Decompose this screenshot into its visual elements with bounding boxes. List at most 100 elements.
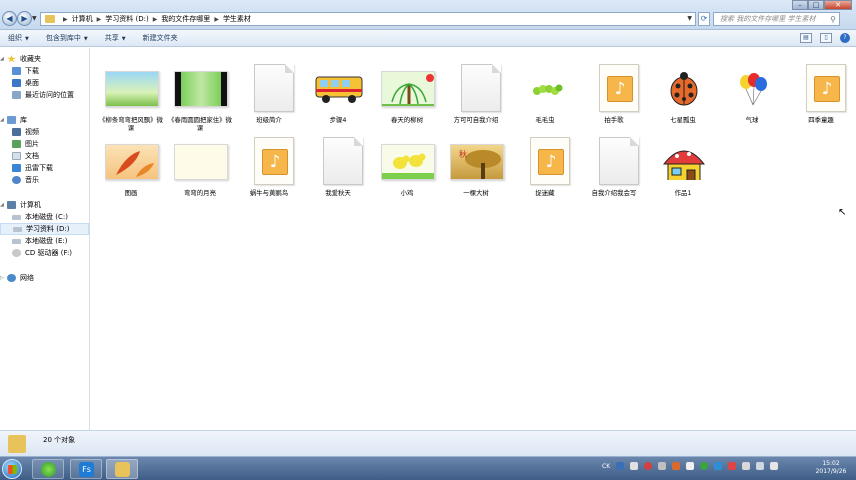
search-input[interactable]: 搜索 我的文件存哪里 学生素材 ⚲ — [713, 12, 840, 26]
file-item[interactable]: MP3♪ 拍手歌 — [579, 62, 649, 132]
taskbar-browser[interactable] — [32, 459, 64, 479]
clock[interactable]: 15:02 2017/9/26 — [808, 460, 854, 476]
expand-icon[interactable]: ◢ — [0, 117, 6, 123]
file-item[interactable]: 班级简介 — [234, 62, 304, 132]
nav-recent[interactable]: 最近访问的位置 — [0, 89, 89, 101]
expand-icon[interactable]: ◢ — [0, 202, 6, 208]
refresh-button[interactable]: ⟳ — [698, 12, 710, 26]
nav-videos[interactable]: 视频 — [0, 126, 89, 138]
address-bar[interactable]: ▶ 计算机 ▶ 学习资料 (D:) ▶ 我的文件存哪里 ▶ 学生素材 ▼ — [40, 12, 696, 26]
share-button[interactable]: 共享 ▼ — [97, 33, 135, 43]
help-icon[interactable]: ? — [840, 33, 850, 43]
nav-drive-e[interactable]: 本地磁盘 (E:) — [0, 235, 89, 247]
nav-drive-e-label: 本地磁盘 (E:) — [25, 237, 68, 245]
breadcrumb-drive-d[interactable]: 学习资料 (D:) — [105, 14, 148, 24]
recent-pages-dropdown-icon[interactable]: ▼ — [32, 15, 37, 22]
nav-drive-d[interactable]: 学习资料 (D:) — [0, 223, 89, 235]
document-icon — [254, 64, 294, 112]
library-icon — [7, 116, 16, 124]
file-item[interactable]: 作品1 — [648, 135, 718, 205]
start-button[interactable] — [2, 459, 22, 479]
nav-music[interactable]: 音乐 — [0, 174, 89, 186]
tray-app-icon[interactable] — [672, 462, 681, 470]
nav-libraries[interactable]: ◢ 库 — [0, 114, 89, 126]
chevron-right-icon[interactable]: ▶ — [214, 16, 219, 23]
nav-favorites[interactable]: ◢ 收藏夹 — [0, 53, 89, 65]
maximize-icon: □ — [812, 1, 820, 9]
maximize-button[interactable]: □ — [808, 0, 824, 10]
nav-drive-f-label: CD 驱动器 (F:) — [25, 249, 73, 257]
close-button[interactable]: ✕ — [824, 0, 852, 10]
breadcrumb-current[interactable]: 学生素材 — [223, 14, 251, 24]
include-label: 包含到库中 — [45, 34, 81, 42]
nav-drive-c[interactable]: 本地磁盘 (C:) — [0, 211, 89, 223]
forward-button[interactable]: ▶ — [17, 11, 32, 26]
tray-app-icon[interactable] — [658, 462, 667, 470]
nav-downloads-label: 下载 — [25, 67, 39, 75]
item-count: 20 个对象 — [43, 436, 76, 444]
file-item[interactable]: 七星瓢虫 — [648, 62, 718, 132]
file-item[interactable]: 我爱秋天 — [303, 135, 373, 205]
file-item[interactable]: 《柳条弯弯把风飘》微课 — [96, 62, 166, 132]
title-bar: ◀ ▶ ▼ ▶ 计算机 ▶ 学习资料 (D:) ▶ 我的文件存哪里 ▶ 学生素材… — [0, 0, 856, 30]
file-item[interactable]: 自我介绍我会写 — [579, 135, 649, 205]
file-item[interactable]: 方可可自我介绍 — [441, 62, 511, 132]
include-in-library-button[interactable]: 包含到库中 ▼ — [38, 33, 97, 43]
address-dropdown-icon[interactable]: ▼ — [687, 15, 692, 22]
file-item[interactable]: 小鸡 — [372, 135, 442, 205]
file-thumbnail — [655, 62, 711, 114]
house-picture-icon — [657, 144, 711, 180]
file-item[interactable]: 毛毛虫 — [510, 62, 580, 132]
nav-pictures[interactable]: 图片 — [0, 138, 89, 150]
file-item[interactable]: 气球 — [717, 62, 787, 132]
search-icon[interactable]: ⚲ — [830, 14, 836, 26]
nav-network[interactable]: ▷ 网络 — [0, 272, 89, 284]
tray-app-icon[interactable] — [686, 462, 695, 470]
breadcrumb-folder[interactable]: 我的文件存哪里 — [161, 14, 210, 24]
chevron-right-icon[interactable]: ▶ — [153, 16, 158, 23]
file-item[interactable]: 弯弯的月亮 — [165, 135, 235, 205]
network-tray-icon[interactable] — [742, 462, 751, 470]
file-item[interactable]: 秋一棵大树 — [441, 135, 511, 205]
file-thumbnail — [241, 62, 297, 114]
file-name: 一棵大树 — [463, 189, 489, 197]
file-item[interactable]: MP3♪ 四季童趣 — [786, 62, 856, 132]
file-item[interactable]: 步骤4 — [303, 62, 373, 132]
chevron-down-icon: ▼ — [25, 36, 29, 42]
taskbar-fs[interactable]: Fs — [70, 459, 102, 479]
expand-icon[interactable]: ◢ — [0, 56, 6, 62]
nav-downloads[interactable]: 下载 — [0, 65, 89, 77]
minimize-button[interactable]: – — [792, 0, 808, 10]
tray-app-icon[interactable] — [700, 462, 709, 470]
keyboard-icon[interactable] — [630, 462, 639, 470]
file-item[interactable]: MP3♪ 蜗牛与黄鹂鸟 — [234, 135, 304, 205]
taskbar-explorer[interactable] — [106, 459, 138, 479]
flag-icon[interactable] — [770, 462, 779, 470]
file-item[interactable]: 《春雨圆圆把家住》微课 — [165, 62, 235, 132]
file-item[interactable]: 图画 — [96, 135, 166, 205]
nav-thunder[interactable]: 迅雷下载 — [0, 162, 89, 174]
refresh-icon: ⟳ — [700, 14, 708, 23]
nav-documents[interactable]: 文档 — [0, 150, 89, 162]
back-button[interactable]: ◀ — [2, 11, 17, 26]
new-folder-button[interactable]: 新建文件夹 — [135, 33, 187, 43]
nav-desktop[interactable]: 桌面 — [0, 77, 89, 89]
nav-computer[interactable]: ◢ 计算机 — [0, 199, 89, 211]
input-method-icon[interactable] — [616, 462, 625, 470]
expand-icon[interactable]: ▷ — [0, 275, 6, 281]
tray-app-icon[interactable] — [728, 462, 737, 470]
chevron-right-icon[interactable]: ▶ — [97, 16, 102, 23]
organize-button[interactable]: 组织 ▼ — [0, 33, 38, 43]
file-thumbnail — [172, 62, 228, 114]
nav-drive-f[interactable]: CD 驱动器 (F:) — [0, 247, 89, 259]
file-item[interactable]: MP3♪ 捉迷藏 — [510, 135, 580, 205]
ime-indicator[interactable]: CK — [602, 463, 610, 470]
preview-pane-icon[interactable]: ▯ — [820, 33, 832, 43]
search-placeholder: 搜索 我的文件存哪里 学生素材 — [720, 15, 816, 23]
breadcrumb-computer[interactable]: 计算机 — [72, 14, 93, 24]
volume-icon[interactable] — [756, 462, 765, 470]
record-icon[interactable] — [644, 462, 653, 470]
view-options-icon[interactable]: ▤ — [800, 33, 812, 43]
file-item[interactable]: 春天的柳树 — [372, 62, 442, 132]
tray-app-icon[interactable] — [714, 462, 723, 470]
